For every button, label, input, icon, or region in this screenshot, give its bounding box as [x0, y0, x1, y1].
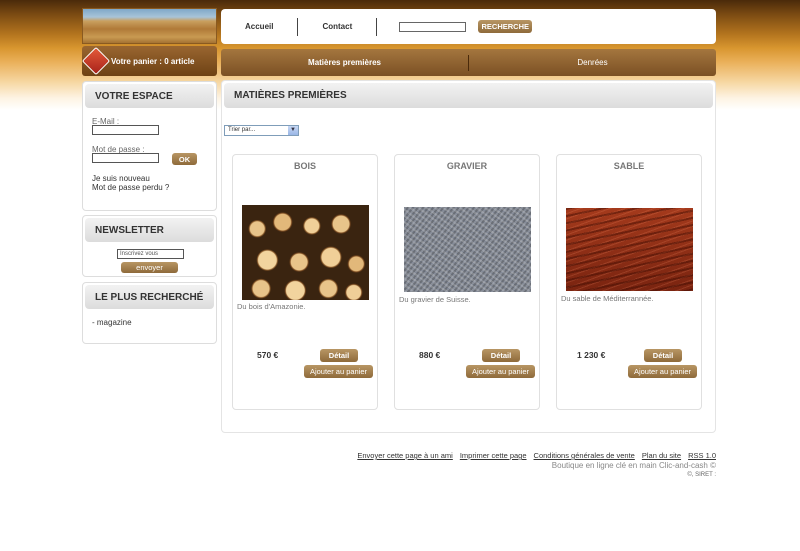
login-ok-button[interactable]: OK [172, 153, 197, 165]
newsletter-email-input[interactable]: Inscrivez vous [117, 249, 184, 259]
email-field[interactable] [92, 125, 159, 135]
product-price: 880 € [419, 350, 441, 360]
menu-home-link[interactable]: Accueil [221, 22, 297, 31]
product-image-gravier[interactable] [404, 207, 531, 292]
detail-button[interactable]: Détail [320, 349, 358, 362]
new-user-link[interactable]: Je suis nouveau [92, 174, 150, 183]
menu-divider [376, 17, 378, 36]
footer-link-rss[interactable]: RSS 1.0 [688, 451, 716, 460]
detail-button[interactable]: Détail [644, 349, 682, 362]
footer-credit: Boutique en ligne clé en main Clic-and-c… [551, 461, 716, 470]
footer-link-print[interactable]: Imprimer cette page [460, 451, 527, 460]
lost-password-link[interactable]: Mot de passe perdu ? [92, 183, 169, 192]
footer-legal: ©, SIRET : [687, 472, 716, 478]
footer-link-terms[interactable]: Conditions générales de vente [534, 451, 635, 460]
main-content: MATIÈRES PREMIÈRES Trier par... ▼ BOIS D… [221, 80, 716, 433]
account-box: VOTRE ESPACE E-Mail : Mot de passe : OK … [82, 81, 217, 211]
popular-title: LE PLUS RECHERCHÉ [85, 285, 214, 309]
product-card-sable: SABLE Du sable de Méditerrannée. 1 230 €… [556, 154, 702, 410]
product-name[interactable]: GRAVIER [395, 161, 539, 171]
product-price: 1 230 € [577, 350, 606, 360]
menu-contact-link[interactable]: Contact [298, 22, 376, 31]
popular-box: LE PLUS RECHERCHÉ - magazine [82, 282, 217, 344]
popular-item-magazine[interactable]: - magazine [92, 318, 132, 327]
page-title: MATIÈRES PREMIÈRES [224, 83, 713, 108]
add-to-cart-button[interactable]: Ajouter au panier [628, 365, 697, 378]
sort-select[interactable]: Trier par... ▼ [224, 125, 299, 136]
product-price: 570 € [257, 350, 279, 360]
detail-button[interactable]: Détail [482, 349, 520, 362]
add-to-cart-button[interactable]: Ajouter au panier [304, 365, 373, 378]
product-name[interactable]: SABLE [557, 161, 701, 171]
account-title: VOTRE ESPACE [85, 84, 214, 108]
search-input[interactable] [399, 21, 467, 32]
newsletter-box: NEWSLETTER Inscrivez vous envoyer [82, 215, 217, 277]
product-description: Du gravier de Suisse. [399, 295, 471, 304]
tab-matieres-premieres[interactable]: Matières premières [221, 58, 468, 67]
sort-selected-value: Trier par... [228, 127, 256, 133]
product-image-sable[interactable] [566, 208, 693, 291]
cart-icon [81, 46, 111, 76]
product-card-bois: BOIS Du bois d'Amazonie. 570 € Détail Aj… [232, 154, 378, 410]
product-description: Du bois d'Amazonie. [237, 302, 306, 311]
search-button[interactable]: RECHERCHE [478, 20, 533, 33]
cart-summary-bar[interactable]: Votre panier : 0 article [81, 46, 217, 76]
newsletter-title: NEWSLETTER [85, 218, 214, 242]
product-card-gravier: GRAVIER Du gravier de Suisse. 880 € Déta… [394, 154, 540, 410]
product-image-bois[interactable] [242, 205, 369, 300]
top-menu: Accueil Contact RECHERCHE [221, 9, 716, 44]
tab-denrees[interactable]: Denrées [469, 58, 716, 67]
category-tabs: Matières premières Denrées [221, 49, 716, 76]
add-to-cart-button[interactable]: Ajouter au panier [466, 365, 535, 378]
chevron-down-icon[interactable]: ▼ [288, 126, 298, 135]
password-field[interactable] [92, 153, 159, 163]
product-name[interactable]: BOIS [233, 161, 377, 171]
footer-link-send-friend[interactable]: Envoyer cette page à un ami [357, 451, 452, 460]
newsletter-send-button[interactable]: envoyer [121, 262, 178, 273]
footer-link-sitemap[interactable]: Plan du site [642, 451, 681, 460]
header-landscape-image [82, 8, 217, 44]
footer-links: Envoyer cette page à un ami Imprimer cet… [357, 451, 716, 460]
product-description: Du sable de Méditerrannée. [561, 294, 654, 303]
cart-summary-text: Votre panier : 0 article [111, 56, 195, 66]
